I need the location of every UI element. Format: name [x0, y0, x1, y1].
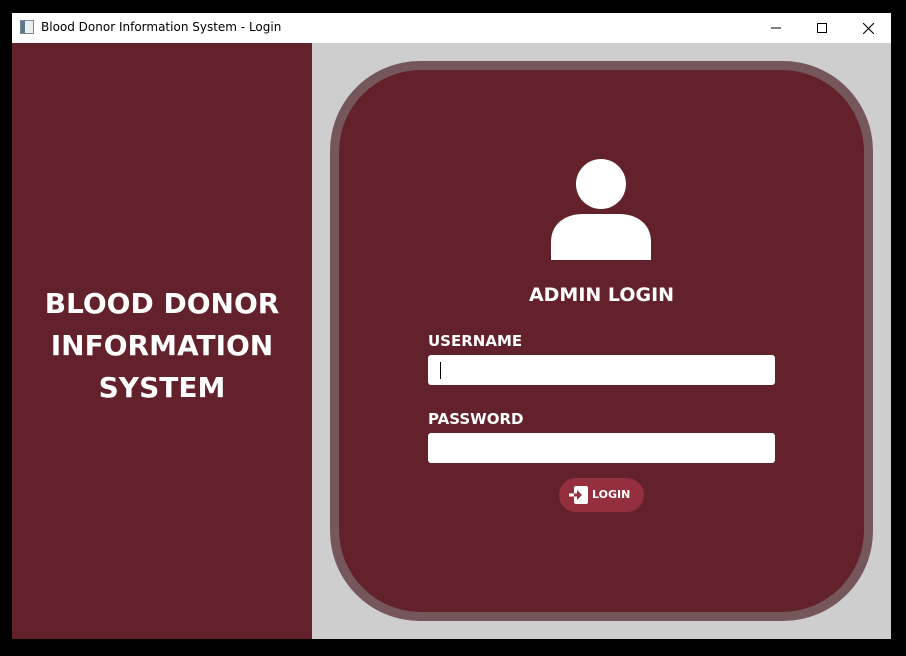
- maximize-icon: [817, 23, 827, 33]
- login-card: ADMIN LOGIN USERNAME PASSWORD LOGIN: [339, 70, 864, 612]
- app-window: Blood Donor Information System - Login B…: [12, 13, 891, 639]
- sign-in-icon: [569, 486, 588, 504]
- username-label: USERNAME: [428, 332, 523, 350]
- login-button[interactable]: LOGIN: [559, 478, 644, 512]
- password-input[interactable]: [428, 433, 775, 463]
- user-icon: [551, 159, 651, 260]
- close-button[interactable]: [845, 13, 891, 43]
- window-title: Blood Donor Information System - Login: [41, 20, 282, 34]
- minimize-icon: [771, 27, 781, 29]
- system-title: BLOOD DONOR INFORMATION SYSTEM: [12, 283, 312, 409]
- system-title-line-3: SYSTEM: [98, 371, 226, 404]
- close-icon: [862, 22, 874, 34]
- title-bar[interactable]: Blood Donor Information System - Login: [12, 13, 891, 43]
- password-label: PASSWORD: [428, 410, 524, 428]
- branding-panel: BLOOD DONOR INFORMATION SYSTEM: [12, 43, 312, 639]
- system-title-line-2: INFORMATION: [50, 329, 274, 362]
- admin-login-heading: ADMIN LOGIN: [528, 284, 675, 306]
- system-title-line-1: BLOOD DONOR: [44, 287, 280, 320]
- app-window-icon: [20, 20, 34, 34]
- minimize-button[interactable]: [753, 13, 799, 43]
- maximize-button[interactable]: [799, 13, 845, 43]
- username-input[interactable]: [428, 355, 775, 385]
- login-card-border: ADMIN LOGIN USERNAME PASSWORD LOGIN: [330, 61, 873, 621]
- text-cursor: [440, 362, 441, 379]
- login-panel: ADMIN LOGIN USERNAME PASSWORD LOGIN: [312, 43, 891, 639]
- login-button-label: LOGIN: [592, 488, 631, 501]
